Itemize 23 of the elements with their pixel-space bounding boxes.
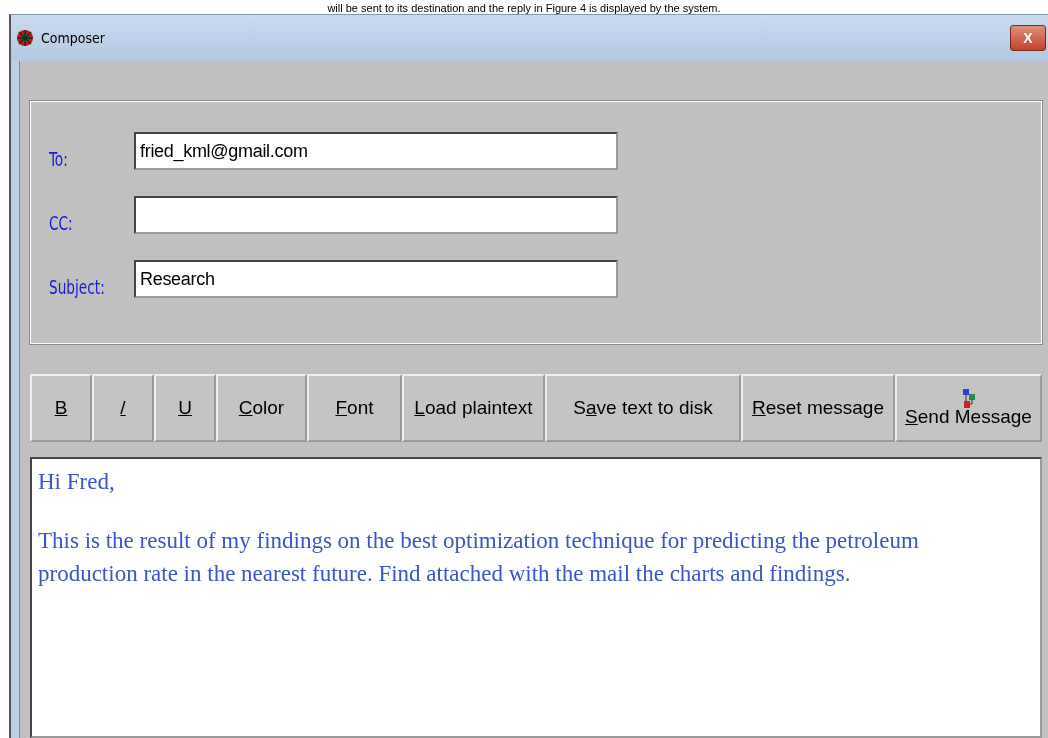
message-text: This is the result of my findings on the best optimization technique for predicting the petroleum production rate in the nearest future. Find attached with the mail the charts and findings. [38,527,920,588]
input-field[interactable]: fried_kml@gmail.com [134,132,618,170]
network-icon [961,388,976,410]
toolbar-button[interactable]: / [92,374,154,442]
field-label: To: [49,148,69,170]
input-field[interactable]: Research [134,260,618,298]
toolbar-button[interactable]: U [154,374,216,442]
toolbar-button[interactable]: Color [216,374,307,442]
field-label: CC: [49,212,74,234]
bug-icon [15,28,35,48]
toolbar-button[interactable]: Reset message [741,374,895,442]
close-button[interactable]: X [1010,25,1046,51]
toolbar-button[interactable]: B [30,374,92,442]
window-title: Composer [41,30,106,46]
toolbar-button[interactable]: Load plaintext [402,374,545,442]
toolbar-button[interactable]: Save text to disk [545,374,741,442]
input-field[interactable] [134,196,618,234]
caption-text: will be sent to its destination and the reply in Figure 4 is displayed by the system. [327,2,721,14]
field-label: Subject: [49,276,106,298]
message-text: Hi Fred, [38,468,116,496]
toolbar-button[interactable]: Font [307,374,402,442]
send-button[interactable]: Send Message [895,374,1042,442]
message-body[interactable]: Hi Fred, This is the result of my findings on the best optimization technique for predicting the petroleum production rate in the nearest future. Find attached with the mail the charts and findings. [30,457,1042,738]
